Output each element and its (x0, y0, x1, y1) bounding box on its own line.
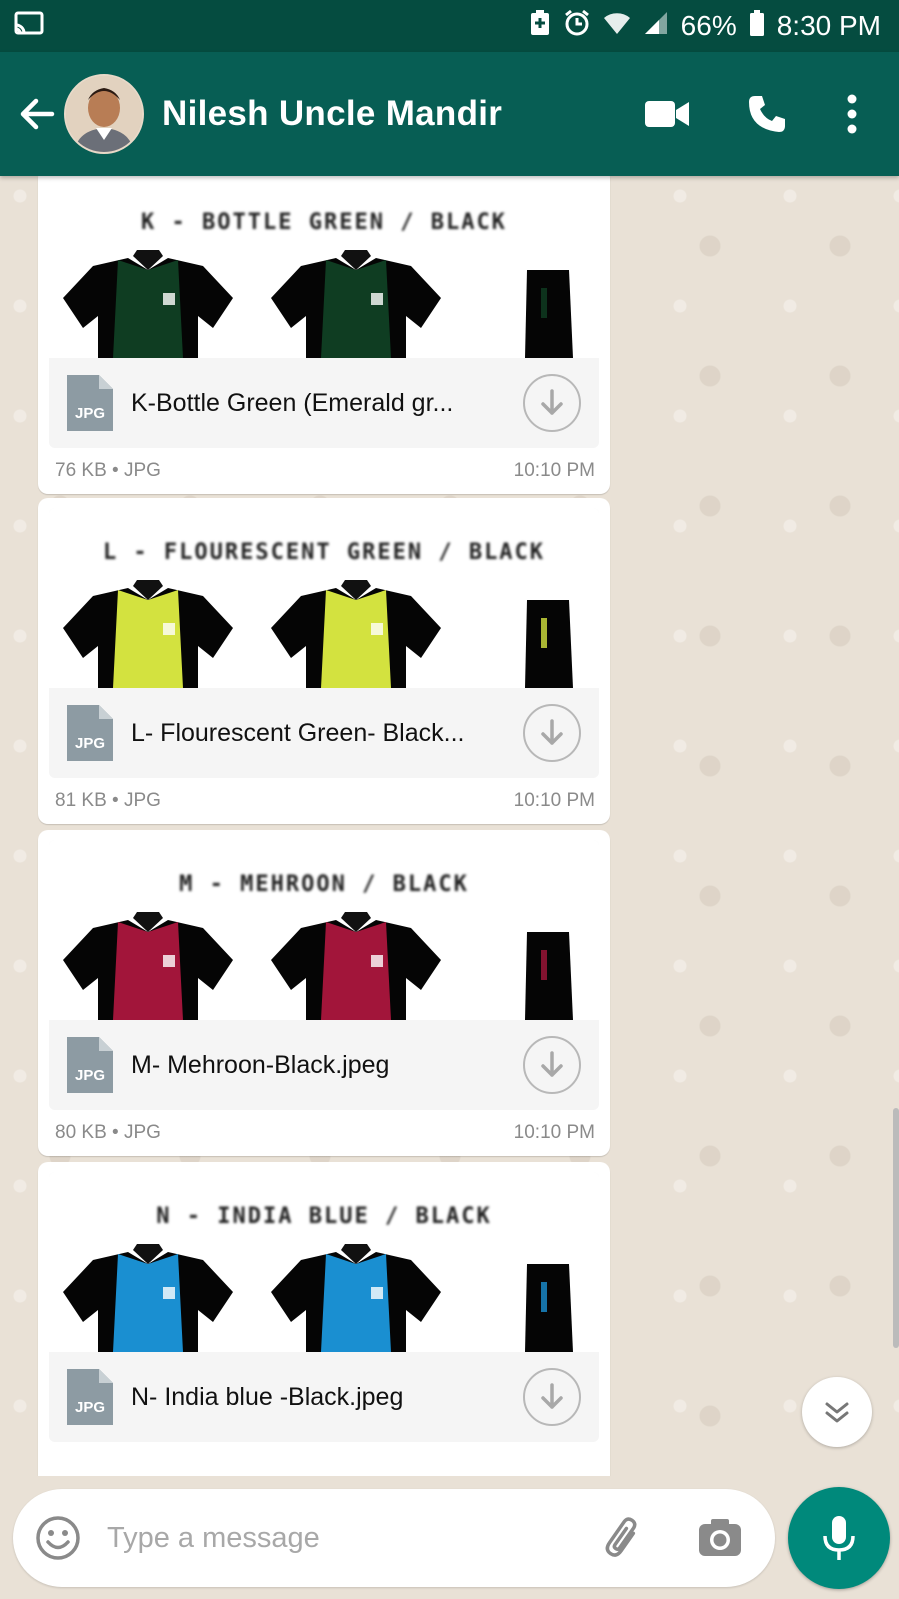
download-arrow-icon (541, 1383, 563, 1409)
scrollbar[interactable] (893, 1108, 899, 1348)
battery-icon (749, 9, 765, 44)
image-preview[interactable]: N - INDIA BLUE / BLACK (49, 1172, 599, 1352)
shirt-preview-image (63, 1244, 573, 1352)
file-size: 81 KB (55, 790, 107, 811)
message-time: 10:10 PM (513, 460, 595, 481)
jpg-file-icon: JPG (67, 705, 113, 761)
file-type-badge: JPG (74, 1067, 105, 1084)
battery-percent: 66% (680, 10, 737, 41)
download-button[interactable] (523, 374, 581, 432)
voice-call-button[interactable] (737, 84, 797, 144)
battery-saver-icon (529, 9, 551, 44)
document-card[interactable]: N - INDIA BLUE / BLACK JPG N- India blue… (49, 1172, 599, 1442)
attach-button[interactable] (599, 1513, 649, 1563)
avatar[interactable] (64, 74, 144, 154)
file-type: JPG (123, 1122, 161, 1143)
video-camera-icon (645, 101, 689, 127)
alarm-icon (563, 9, 591, 44)
message-input[interactable] (105, 1520, 599, 1556)
download-button[interactable] (523, 704, 581, 762)
file-name: M- Mehroon-Black.jpeg (131, 1050, 390, 1079)
emoji-button[interactable] (33, 1513, 83, 1563)
contact-name[interactable]: Nilesh Uncle Mandir (162, 94, 637, 134)
video-call-button[interactable] (637, 84, 697, 144)
message-composer (13, 1489, 775, 1587)
file-size: 76 KB (55, 460, 107, 481)
jpg-file-icon: JPG (67, 375, 113, 431)
scroll-to-bottom-button[interactable] (802, 1377, 872, 1447)
image-preview[interactable]: K - BOTTLE GREEN / BLACK (49, 178, 599, 358)
more-vert-icon (847, 94, 857, 134)
file-type-badge: JPG (74, 1399, 105, 1416)
file-row: JPG N- India blue -Black.jpeg (49, 1352, 599, 1442)
file-row: JPG L- Flourescent Green- Black... (49, 688, 599, 778)
document-message[interactable]: N - INDIA BLUE / BLACK JPG N- India blue… (38, 1162, 610, 1476)
paperclip-icon (605, 1517, 637, 1557)
download-arrow-icon (541, 1051, 563, 1077)
microphone-icon (823, 1516, 855, 1560)
document-message[interactable]: K - BOTTLE GREEN / BLACK JPG K-Bottle Gr… (38, 176, 610, 494)
meta-separator: • (106, 1122, 124, 1143)
meta-separator: • (106, 790, 124, 811)
document-card[interactable]: L - FLOURESCENT GREEN / BLACK JPG L- Flo… (49, 508, 599, 778)
voice-message-button[interactable] (788, 1487, 890, 1589)
status-bar: 66% 8:30 PM (0, 0, 899, 52)
file-row: JPG M- Mehroon-Black.jpeg (49, 1020, 599, 1110)
chat-header: Nilesh Uncle Mandir (0, 52, 899, 176)
document-message[interactable]: L - FLOURESCENT GREEN / BLACK JPG L- Flo… (38, 498, 610, 824)
file-name: L- Flourescent Green- Black... (131, 718, 465, 747)
image-preview[interactable]: M - MEHROON / BLACK (49, 840, 599, 1020)
message-time: 10:10 PM (513, 1122, 595, 1143)
download-button[interactable] (523, 1368, 581, 1426)
document-message[interactable]: M - MEHROON / BLACK JPG M- Mehroon-Black… (38, 830, 610, 1156)
cast-icon (14, 11, 44, 42)
file-row: JPG K-Bottle Green (Emerald gr... (49, 358, 599, 448)
file-name: N- India blue -Black.jpeg (131, 1382, 404, 1411)
more-options-button[interactable] (837, 84, 867, 144)
meta-separator: • (106, 460, 124, 481)
shirt-preview-image (63, 250, 573, 358)
clock: 8:30 PM (776, 10, 881, 41)
phone-icon (749, 96, 785, 132)
message-meta: 80 KB • JPG 10:10 PM (49, 1110, 599, 1156)
image-preview[interactable]: L - FLOURESCENT GREEN / BLACK (49, 508, 599, 688)
file-type-badge: JPG (74, 735, 105, 752)
camera-button[interactable] (695, 1513, 745, 1563)
download-arrow-icon (541, 719, 563, 745)
contact-photo (66, 76, 142, 152)
file-size: 80 KB (55, 1122, 107, 1143)
emoji-icon (36, 1516, 80, 1560)
message-meta: 76 KB • JPG 10:10 PM (49, 448, 599, 494)
camera-icon (699, 1519, 741, 1556)
jpg-file-icon: JPG (67, 1037, 113, 1093)
double-chevron-down-icon (825, 1402, 849, 1423)
shirt-preview-image (63, 580, 573, 688)
wifi-icon (603, 10, 631, 43)
download-arrow-icon (541, 389, 563, 415)
file-type-badge: JPG (74, 405, 105, 422)
document-card[interactable]: K - BOTTLE GREEN / BLACK JPG K-Bottle Gr… (49, 178, 599, 448)
back-arrow-icon (20, 98, 55, 130)
file-name: K-Bottle Green (Emerald gr... (131, 388, 454, 417)
document-card[interactable]: M - MEHROON / BLACK JPG M- Mehroon-Black… (49, 840, 599, 1110)
message-meta: 81 KB • JPG 10:10 PM (49, 778, 599, 824)
file-type: JPG (123, 790, 161, 811)
jpg-file-icon: JPG (67, 1369, 113, 1425)
chat-area[interactable]: K - BOTTLE GREEN / BLACK JPG K-Bottle Gr… (0, 176, 899, 1476)
message-meta (49, 1442, 599, 1476)
signal-icon (643, 10, 669, 43)
message-time: 10:10 PM (513, 790, 595, 811)
download-button[interactable] (523, 1036, 581, 1094)
file-type: JPG (123, 460, 161, 481)
shirt-preview-image (63, 912, 573, 1020)
back-button[interactable] (16, 93, 58, 135)
